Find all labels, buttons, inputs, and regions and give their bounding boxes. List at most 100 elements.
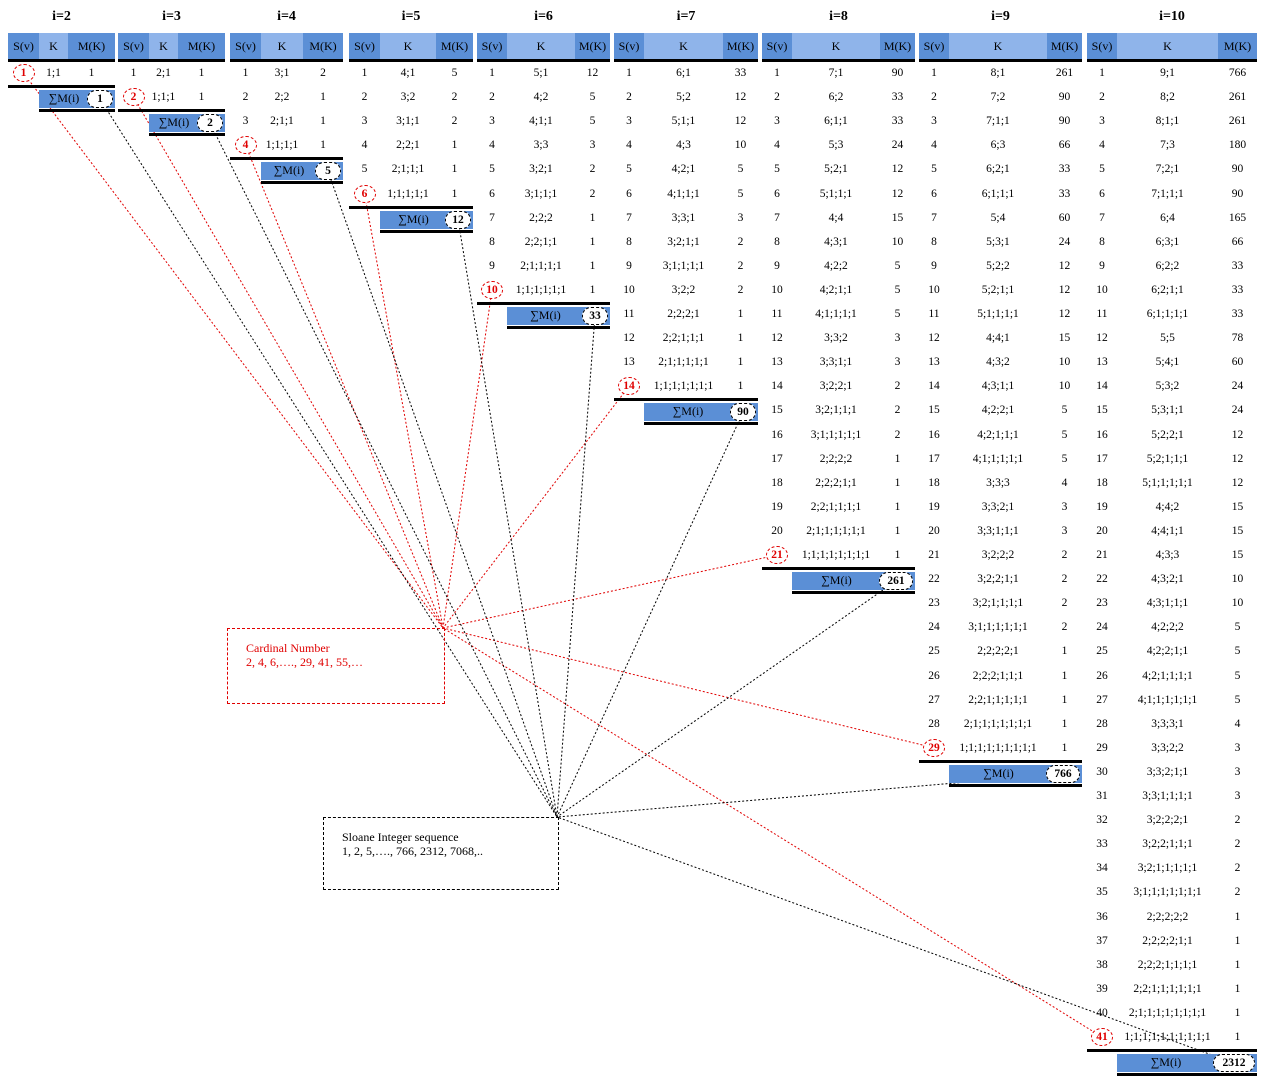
partition-k: 3;2;2;1;1 [977,573,1019,586]
partition-k: 7;1;1 [986,115,1010,128]
partition-k: 3;3;2;2 [1151,741,1184,754]
row-index: 1 [242,67,249,79]
table-bottom-rule [230,157,343,161]
row-index: 23 [1096,597,1108,610]
row-index: 27 [1096,693,1108,706]
partition-k: 7;1 [828,67,844,79]
row-index: 14 [928,380,940,393]
sum-label: ∑M(i) [821,573,852,587]
partition-k: 3;2;2;1;1;1 [1142,838,1193,851]
row-index: 19 [1096,500,1108,513]
partition-k: 3;1;1;1;1;1;1 [968,621,1028,634]
row-index: 9 [774,259,780,272]
row-index: 36 [1096,910,1108,923]
sum-bottom-rule [1117,1073,1257,1076]
multiplicity-mk: 5 [1061,428,1068,441]
partition-k: 4;1;1;1 [667,187,700,200]
row-index: 12 [623,332,635,345]
header-rule [919,59,1082,62]
row-index: 6 [489,187,495,200]
multiplicity-mk: 24 [1231,380,1244,393]
multiplicity-mk: 2 [1234,862,1241,875]
partition-k: 2;2;2;2;1 [977,645,1019,658]
row-index: 4 [626,139,632,152]
row-index: 6 [1099,187,1105,200]
multiplicity-mk: 2 [320,67,326,79]
partition-k: 2;2;2 [529,211,553,224]
multiplicity-mk: 12 [1231,428,1244,441]
row-index: 6 [931,187,937,200]
panel-title: i=8 [829,9,848,24]
sum-box: ∑M(i) 2 [149,114,225,133]
partition-k: 6;3 [990,139,1006,152]
partition-k: 5;2 [676,91,691,104]
multiplicity-mk: 3 [1061,524,1068,537]
sloane-legend-text: 1, 2, 5,…., 766, 2312, 7068,.. [342,844,483,858]
header-sv: S(v) [1091,39,1113,53]
multiplicity-mk: 66 [1058,139,1071,152]
multiplicity-mk: 1 [1234,958,1241,971]
multiplicity-mk: 2 [1234,838,1241,851]
sum-label: ∑M(i) [983,765,1014,780]
partition-k: 2;2;2;1;1;1;1 [1137,958,1198,971]
multiplicity-mk: 10 [1231,573,1244,586]
sum-box: ∑M(i) 12 [380,210,473,229]
partition-k: 6;1;1;1 [981,187,1015,200]
row-index: 3 [242,115,249,128]
row-index: 31 [1096,790,1108,802]
row-index: 1 [774,67,780,79]
multiplicity-mk: 5 [1234,669,1241,682]
row-index: 23 [928,597,940,610]
multiplicity-mk: 33 [1231,259,1244,272]
partition-k: 2;2;2;2 [819,452,853,465]
partition-k: 5;1 [533,67,549,79]
multiplicity-mk: 90 [1231,187,1244,200]
partition-k: 1;1;1;1;1;1 [515,283,567,296]
multiplicity-mk: 90 [1231,163,1244,176]
multiplicity-mk: 15 [1231,549,1244,561]
multiplicity-mk: 2 [1234,814,1241,827]
sloane-legend-title: Sloane Integer sequence [342,830,459,844]
multiplicity-mk: 2 [451,115,458,128]
panel-title: i=4 [277,9,296,24]
multiplicity-mk: 5 [1234,645,1241,658]
multiplicity-mk: 5 [894,283,901,296]
multiplicity-mk: 1 [737,332,744,345]
table-bottom-rule [919,759,1082,763]
partition-k: 1;1;1;1;1;1;1;1 [801,549,871,561]
multiplicity-mk: 10 [1231,597,1244,610]
multiplicity-mk: 2 [737,283,744,296]
header-rule [8,59,115,62]
partition-k: 7;2 [990,91,1006,104]
multiplicity-mk: 78 [1231,332,1244,345]
sum-box: ∑M(i) 1 [39,90,115,108]
cardinal-legend-title: Cardinal Number [246,641,330,655]
partition-k: 6;1;1;1;1 [1146,308,1189,320]
row-index: 27 [928,693,940,706]
multiplicity-mk: 1 [894,524,901,537]
row-index: 15 [928,404,940,417]
partition-k: 3;2;1;1 [667,235,700,248]
partition-k: 6;3;1 [1155,235,1180,248]
table-bottom-rule [8,85,115,88]
row-index: 11 [1096,308,1108,320]
row-index: 14 [771,380,783,393]
multiplicity-mk: 261 [1228,91,1247,104]
multiplicity-mk: 5 [589,91,596,104]
multiplicity-mk: 33 [891,91,904,104]
panel-title: i=3 [162,9,181,24]
sum-box: ∑M(i) 5 [261,162,343,181]
header-rule [118,59,225,62]
row-index: 9 [931,259,937,272]
sum-value: 766 [1046,764,1080,783]
multiplicity-mk: 15 [1231,500,1244,513]
partition-k: 3;2;1;1;1;1 [972,597,1024,610]
row-index: 12 [928,332,940,345]
row-index: 16 [771,428,783,441]
partition-k: 1;1;1;1;1 [387,187,429,200]
partition-k: 4;3;2;1 [1151,573,1184,586]
multiplicity-mk: 1 [320,91,326,104]
row-index: 5 [489,163,495,176]
partition-k: 4;2;1 [671,163,696,176]
header-k: K [507,33,575,59]
